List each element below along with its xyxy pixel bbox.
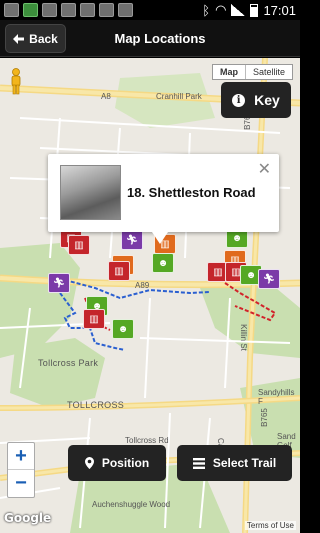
info-window-title: 18. Shettleston Road — [127, 185, 256, 200]
image-icon — [61, 3, 76, 17]
clock: 17:01 — [263, 2, 296, 18]
download-icon — [80, 3, 95, 17]
signal-icon — [231, 4, 246, 16]
position-button[interactable]: Position — [68, 445, 166, 481]
location-photo — [60, 165, 121, 220]
info-icon: i — [232, 93, 246, 107]
menu-icon — [192, 457, 205, 469]
google-logo: Google — [4, 511, 52, 525]
bluetooth-icon: ᛒ — [202, 2, 211, 18]
position-label: Position — [101, 456, 150, 470]
building-icon: ▥ — [89, 313, 99, 325]
info-window[interactable]: 18. Shettleston Road ✕ — [48, 154, 279, 244]
map-type-map[interactable]: Map — [213, 65, 246, 79]
close-icon[interactable]: ✕ — [258, 159, 271, 179]
road-label: A8 — [101, 92, 111, 101]
back-button[interactable]: Back — [5, 24, 66, 53]
battery-icon — [250, 3, 259, 17]
pegman-icon[interactable] — [9, 68, 23, 96]
key-label: Key — [254, 92, 280, 108]
runner-icon: 🏃︎ — [125, 234, 139, 246]
map-type-toggle: Map Satellite — [211, 64, 293, 80]
terms-of-use-link[interactable]: Terms of Use — [244, 521, 296, 530]
runner-icon: 🏃︎ — [52, 277, 66, 289]
usb-icon — [4, 3, 19, 17]
back-label: Back — [29, 31, 58, 46]
place-label: Cranhill Park — [156, 92, 202, 101]
back-arrow-icon — [13, 33, 25, 44]
page-title: Map Locations — [114, 31, 206, 46]
map-marker-sport[interactable]: 🏃︎ — [258, 269, 280, 289]
map-marker-building[interactable]: ▥ — [68, 235, 90, 255]
people-icon: ☻ — [157, 257, 169, 269]
place-label: Auchenshuggle Wood — [92, 500, 171, 509]
map-marker-sport[interactable]: 🏃︎ — [48, 273, 70, 293]
road-label: A89 — [135, 281, 150, 290]
map-marker-sport[interactable]: 🏃︎ — [121, 230, 143, 250]
wifi-icon: ◠ — [215, 2, 227, 17]
people-icon: ☻ — [245, 269, 257, 281]
map-marker-building[interactable]: ▥ — [83, 309, 105, 329]
zoom-control: + − — [7, 442, 35, 498]
runner-icon: 🏃︎ — [262, 273, 276, 285]
place-label: Sandyhills F — [258, 388, 295, 406]
key-button[interactable]: i Key — [221, 82, 291, 118]
building-icon: ▥ — [74, 239, 84, 251]
status-bar: ᛒ ◠ 17:01 — [0, 0, 300, 20]
building-icon: ▥ — [114, 265, 124, 277]
image-icon — [42, 3, 57, 17]
zoom-in-button[interactable]: + — [8, 443, 34, 470]
people-icon: ☻ — [231, 232, 243, 244]
place-label: TOLLCROSS — [67, 400, 125, 410]
image-icon — [118, 3, 133, 17]
notification-icons — [4, 3, 133, 17]
map-type-satellite[interactable]: Satellite — [246, 65, 292, 79]
road-label: Killin St — [238, 324, 248, 351]
people-icon: ☻ — [117, 323, 129, 335]
app-notification-icon — [23, 3, 38, 17]
select-trail-button[interactable]: Select Trail — [177, 445, 292, 481]
zoom-out-button[interactable]: − — [8, 470, 34, 497]
road-label: Tollcross Rd — [125, 436, 169, 445]
map-view[interactable]: A8 Cranhill Park B765 A89 Killin St Toll… — [0, 58, 300, 533]
building-icon: ▥ — [213, 266, 223, 278]
location-pin-icon — [84, 457, 94, 469]
road-label: B765 — [259, 408, 269, 427]
place-label: Tollcross Park — [38, 358, 99, 368]
map-marker-building[interactable]: ▥ — [108, 261, 130, 281]
select-trail-label: Select Trail — [212, 456, 277, 470]
title-bar: Back Map Locations — [0, 20, 300, 57]
image-icon — [99, 3, 114, 17]
map-marker-people[interactable]: ☻ — [152, 253, 174, 273]
map-marker-people[interactable]: ☻ — [112, 319, 134, 339]
